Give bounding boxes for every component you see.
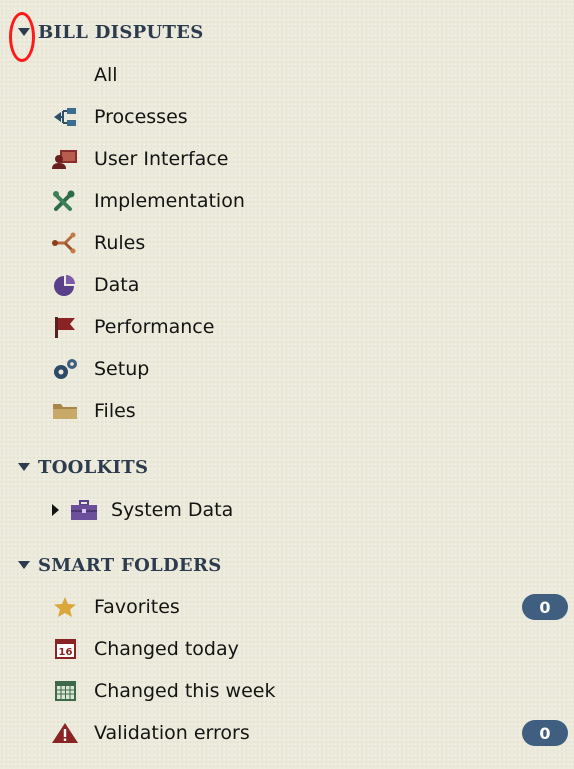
nav-item-setup[interactable]: Setup xyxy=(50,356,149,382)
nav-item-label: Setup xyxy=(94,358,150,380)
nav-item-label: All xyxy=(94,64,118,86)
gears-icon xyxy=(50,357,80,381)
expand-arrow-icon[interactable] xyxy=(52,504,59,516)
flag-icon xyxy=(50,315,80,339)
count-badge: 0 xyxy=(522,594,568,620)
nav-item-changed-this-week[interactable]: Changed this week xyxy=(50,678,275,704)
nav-item-files[interactable]: Files xyxy=(50,398,136,424)
nav-item-label: Performance xyxy=(94,316,215,338)
calendar-day-icon: 16 xyxy=(50,637,80,661)
count-badge: 0 xyxy=(522,720,568,746)
nav-item-label: User Interface xyxy=(94,148,229,170)
nav-item-validation-errors[interactable]: Validation errors xyxy=(50,720,250,746)
section-title: TOOLKITS xyxy=(38,456,149,478)
caret-down-icon[interactable] xyxy=(18,28,30,36)
nav-item-label: Rules xyxy=(94,232,146,254)
nav-item-processes[interactable]: Processes xyxy=(50,104,188,130)
nav-item-label: Changed this week xyxy=(94,680,276,702)
nav-item-label: Changed today xyxy=(94,638,239,660)
pie-chart-icon xyxy=(50,273,80,297)
section-title: SMART FOLDERS xyxy=(38,554,222,576)
nav-item-label: Data xyxy=(94,274,140,296)
nav-item-rules[interactable]: Rules xyxy=(50,230,145,256)
folder-icon xyxy=(50,399,80,423)
calendar-week-icon xyxy=(50,679,80,703)
nav-item-changed-today[interactable]: 16 Changed today xyxy=(50,636,239,662)
nav-item-user-interface[interactable]: User Interface xyxy=(50,146,228,172)
caret-down-icon[interactable] xyxy=(18,463,30,471)
briefcase-icon xyxy=(67,498,101,522)
flow-icon xyxy=(50,105,80,129)
nav-item-label: Validation errors xyxy=(94,722,250,744)
section-header-bill-disputes[interactable]: BILL DISPUTES xyxy=(18,20,204,44)
nav-item-label: Favorites xyxy=(94,596,180,618)
star-icon xyxy=(50,595,80,619)
tree-item-system-data[interactable]: System Data xyxy=(52,497,233,523)
nav-item-data[interactable]: Data xyxy=(50,272,139,298)
nav-item-favorites[interactable]: Favorites xyxy=(50,594,180,620)
nav-item-implementation[interactable]: Implementation xyxy=(50,188,245,214)
user-interface-icon xyxy=(50,147,80,171)
rules-icon xyxy=(50,231,80,255)
nav-item-label: Files xyxy=(94,400,136,422)
nav-item-label: Processes xyxy=(94,106,188,128)
tree-item-label: System Data xyxy=(111,499,234,521)
section-header-smart-folders[interactable]: SMART FOLDERS xyxy=(18,553,222,577)
section-header-toolkits[interactable]: TOOLKITS xyxy=(18,455,148,479)
nav-item-performance[interactable]: Performance xyxy=(50,314,214,340)
section-title: BILL DISPUTES xyxy=(38,21,204,43)
tools-icon xyxy=(50,189,80,213)
nav-item-label: Implementation xyxy=(94,190,245,212)
calendar-day-number: 16 xyxy=(59,647,73,658)
nav-item-all[interactable]: All xyxy=(50,62,118,88)
warning-icon xyxy=(50,721,80,745)
caret-down-icon[interactable] xyxy=(18,561,30,569)
